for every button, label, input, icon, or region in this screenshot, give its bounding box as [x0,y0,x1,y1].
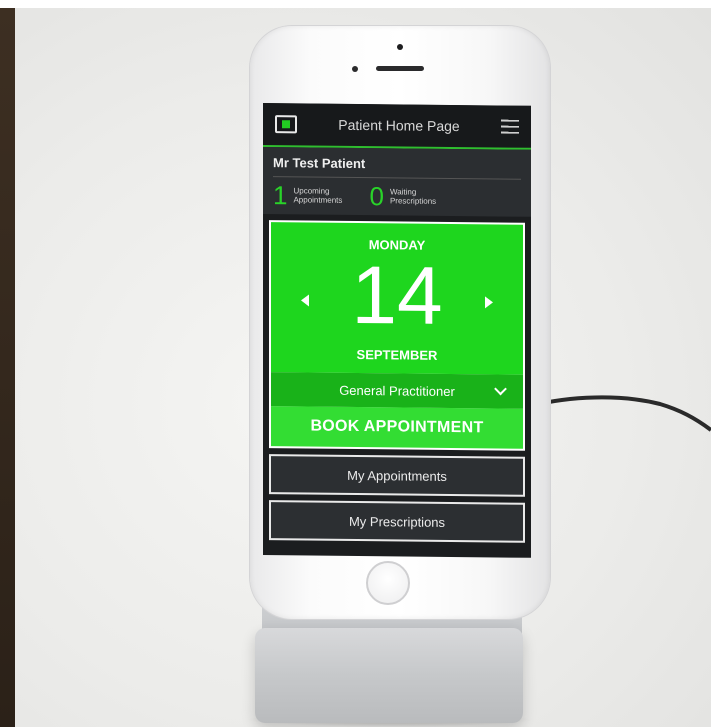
next-day-icon[interactable] [485,296,493,309]
patient-name: Mr Test Patient [273,155,521,180]
upcoming-appointments-stat[interactable]: 1 Upcoming Appointments [273,180,355,211]
menu-icon[interactable] [501,119,519,134]
front-camera [397,44,403,50]
chevron-down-icon [494,382,507,396]
left-wall [0,8,15,727]
service-select[interactable]: General Practitioner [271,372,523,409]
waiting-prescriptions-label: Waiting Prescriptions [389,187,437,206]
upcoming-appointments-count: 1 [273,180,288,211]
earpiece-speaker [376,66,424,71]
date-picker: MONDAY 14 SEPTEMBER [271,222,523,375]
app-logo-icon[interactable] [275,115,297,134]
page-title: Patient Home Page [338,116,460,135]
home-button[interactable] [366,561,410,605]
app-header: Patient Home Page [263,103,531,150]
phone-screen: Patient Home Page Mr Test Patient 1 Upco… [263,103,531,558]
service-select-value: General Practitioner [339,382,455,399]
phone-dock [255,628,523,723]
waiting-prescriptions-count: 0 [369,181,384,212]
my-prescriptions-button[interactable]: My Prescriptions [269,500,525,543]
my-appointments-button[interactable]: My Appointments [269,454,525,497]
patient-summary: Mr Test Patient 1 Upcoming Appointments … [263,147,531,217]
patient-stats: 1 Upcoming Appointments 0 Waiting Prescr… [273,177,521,211]
book-appointment-button[interactable]: BOOK APPOINTMENT [271,406,523,449]
upcoming-appointments-label: Upcoming Appointments [293,186,343,205]
waiting-prescriptions-stat[interactable]: 0 Waiting Prescriptions [369,181,451,212]
charging-cable [530,395,711,432]
booking-card: MONDAY 14 SEPTEMBER General Practitioner… [269,220,525,451]
month-label: SEPTEMBER [356,346,438,363]
proximity-sensor [352,66,358,72]
photo-border [0,0,711,8]
